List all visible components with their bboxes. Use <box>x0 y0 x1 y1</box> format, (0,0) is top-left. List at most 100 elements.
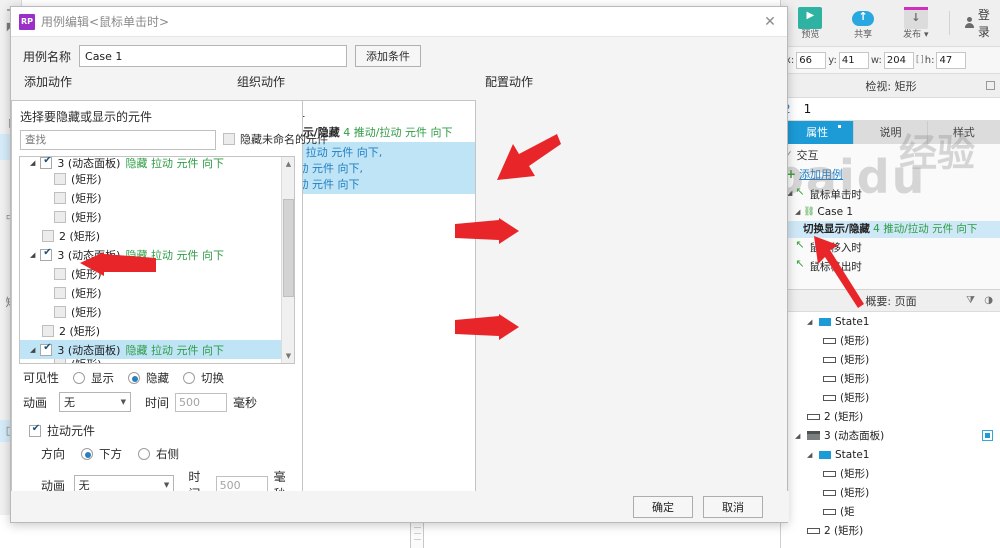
visibility-toggle-radio[interactable] <box>183 371 195 384</box>
element-list[interactable]: ◢ 3 (动态面板) 隐藏 拉动 元件 向下 (矩形) (矩形) <box>19 156 295 364</box>
element-row[interactable]: 2 (矩形) <box>20 226 294 245</box>
visibility-hide-radio[interactable] <box>128 371 140 384</box>
expand-caret-icon[interactable]: ◢ <box>30 346 35 354</box>
element-checkbox[interactable] <box>40 342 53 356</box>
element-label: 3 (动态面板) <box>57 248 121 262</box>
rectangle-icon <box>823 489 836 496</box>
event-row-action[interactable]: 切换显示/隐藏 4 推动/拉动 元件 向下 <box>781 221 1000 238</box>
outline-row[interactable]: (矩形) <box>781 483 1000 502</box>
event-row-case[interactable]: ◢ Case 1 <box>781 204 1000 221</box>
element-row-clipped-bottom[interactable]: (矩形) <box>20 359 294 363</box>
hide-unnamed-checkbox[interactable] <box>223 133 235 145</box>
case-name-input[interactable] <box>79 45 348 67</box>
add-case-row[interactable]: + 添加用例 <box>781 165 1000 185</box>
outline-row[interactable]: (矩形) <box>781 388 1000 407</box>
sort-icon[interactable]: ◑ <box>984 295 993 306</box>
preview-button[interactable]: 预览 <box>791 6 830 40</box>
element-row[interactable]: (矩形) <box>20 283 294 302</box>
element-row[interactable]: (矩形) <box>20 207 294 226</box>
element-checkbox[interactable] <box>54 267 66 280</box>
element-list-scrollbar[interactable]: ▲ ▼ <box>281 157 294 363</box>
element-row[interactable]: (矩形) <box>20 302 294 321</box>
outline-label: (矩 <box>840 506 855 518</box>
aspect-lock-icon[interactable]: [ ] <box>916 55 924 65</box>
cursor-icon <box>795 185 806 199</box>
direction-right-radio[interactable] <box>138 447 150 460</box>
expand-caret-icon[interactable]: ◢ <box>807 451 815 459</box>
visibility-show-radio[interactable] <box>73 371 85 384</box>
time-input[interactable] <box>175 392 228 412</box>
x-input[interactable] <box>796 51 827 69</box>
filter-icon[interactable]: ⧩ <box>966 295 975 306</box>
element-row[interactable]: (矩形) <box>20 264 294 283</box>
element-row[interactable]: (矩形) <box>20 169 294 188</box>
element-checkbox[interactable] <box>42 229 54 242</box>
element-row[interactable]: 2 (矩形) <box>20 321 294 340</box>
h-input[interactable] <box>936 51 967 69</box>
event-row-mouseleave[interactable]: ◢ 鼠标移出时 <box>781 257 1000 276</box>
animation-select[interactable]: 无 ▼ <box>59 392 131 412</box>
element-row-selected[interactable]: ◢ 3 (动态面板) 隐藏 拉动 元件 向下 <box>20 340 294 359</box>
scroll-down-icon[interactable]: ▼ <box>282 349 294 363</box>
element-label: (矩形) <box>71 172 102 186</box>
ok-button[interactable]: 确定 <box>633 495 693 518</box>
direction-down-radio[interactable] <box>81 447 93 460</box>
event-row-click[interactable]: ◢ 鼠标单击时 <box>781 185 1000 204</box>
outline-row[interactable]: (矩形) <box>781 369 1000 388</box>
element-checkbox[interactable] <box>54 191 66 204</box>
element-checkbox[interactable] <box>40 157 53 169</box>
expand-caret-icon[interactable]: ◢ <box>30 251 35 259</box>
expand-caret-icon[interactable]: ◢ <box>807 318 815 326</box>
outline-row[interactable]: 2 (矩形) <box>781 407 1000 426</box>
publish-button[interactable]: 发布 ▾ <box>896 6 935 40</box>
y-input[interactable] <box>838 51 869 69</box>
cancel-button[interactable]: 取消 <box>703 495 763 518</box>
scrollbar-thumb[interactable] <box>283 199 294 297</box>
login-button[interactable]: 登录 <box>964 6 1000 40</box>
tab-properties[interactable]: 属性 <box>781 121 855 144</box>
element-checkbox[interactable] <box>40 247 53 261</box>
outline-row[interactable]: (矩 <box>781 502 1000 521</box>
animation-label: 动画 <box>23 395 48 410</box>
tab-notes[interactable]: 说明 <box>854 121 928 144</box>
visibility-toggle-icon[interactable] <box>982 430 993 441</box>
element-checkbox[interactable] <box>42 324 54 337</box>
tab-style[interactable]: 样式 <box>927 121 1000 144</box>
ms-label: 毫秒 <box>233 395 258 410</box>
event-row-mouseenter[interactable]: ◢ 鼠标移入时 <box>781 238 1000 257</box>
expand-caret-icon[interactable]: ◢ <box>795 206 800 219</box>
outline-row-dynamic-panel[interactable]: ◢ 3 (动态面板) <box>781 426 1000 445</box>
share-button[interactable]: 共享 <box>844 7 883 40</box>
add-condition-button[interactable]: 添加条件 <box>355 45 422 67</box>
expand-caret-icon[interactable]: ◢ <box>795 432 803 440</box>
element-checkbox[interactable] <box>54 210 66 223</box>
pull-widget-row[interactable]: 拉动元件 <box>19 415 295 442</box>
outline-label: (矩形) <box>840 354 870 366</box>
scroll-up-icon[interactable]: ▲ <box>282 157 294 171</box>
outline-row[interactable]: (矩形) <box>781 464 1000 483</box>
w-input[interactable] <box>883 51 914 69</box>
element-row[interactable]: (矩形) <box>20 188 294 207</box>
dynamic-panel-icon <box>807 431 820 440</box>
element-row-clipped-top[interactable]: ◢ 3 (动态面板) 隐藏 拉动 元件 向下 <box>20 157 294 169</box>
interaction-header[interactable]: ✓ 交互 <box>781 144 1000 165</box>
outline-tree[interactable]: ◢ State1 (矩形) (矩形) (矩形) (矩形) 2 (矩形) ◢ 3 … <box>781 312 1000 548</box>
element-checkbox[interactable] <box>54 359 66 363</box>
element-checkbox[interactable] <box>54 305 66 318</box>
element-checkbox[interactable] <box>54 286 66 299</box>
search-input[interactable] <box>20 130 216 150</box>
preview-label: 预览 <box>801 29 820 40</box>
outline-row[interactable]: ◢ State1 <box>781 312 1000 331</box>
outline-row[interactable]: ◢ State1 <box>781 445 1000 464</box>
expand-caret-icon[interactable]: ◢ <box>30 159 35 167</box>
collapse-icon[interactable] <box>986 81 995 90</box>
outline-row[interactable]: (矩形) <box>781 350 1000 369</box>
hide-unnamed-row[interactable]: 隐藏未命名的元件 <box>223 131 328 147</box>
close-icon[interactable]: ✕ <box>761 13 779 31</box>
element-name-value[interactable]: 1 <box>804 102 812 116</box>
pull-widget-checkbox[interactable] <box>29 423 42 437</box>
element-row-dynamic-panel[interactable]: ◢ 3 (动态面板) 隐藏 拉动 元件 向下 <box>20 245 294 264</box>
element-checkbox[interactable] <box>54 172 66 185</box>
outline-row[interactable]: (矩形) <box>781 331 1000 350</box>
outline-row[interactable]: 2 (矩形) <box>781 521 1000 540</box>
